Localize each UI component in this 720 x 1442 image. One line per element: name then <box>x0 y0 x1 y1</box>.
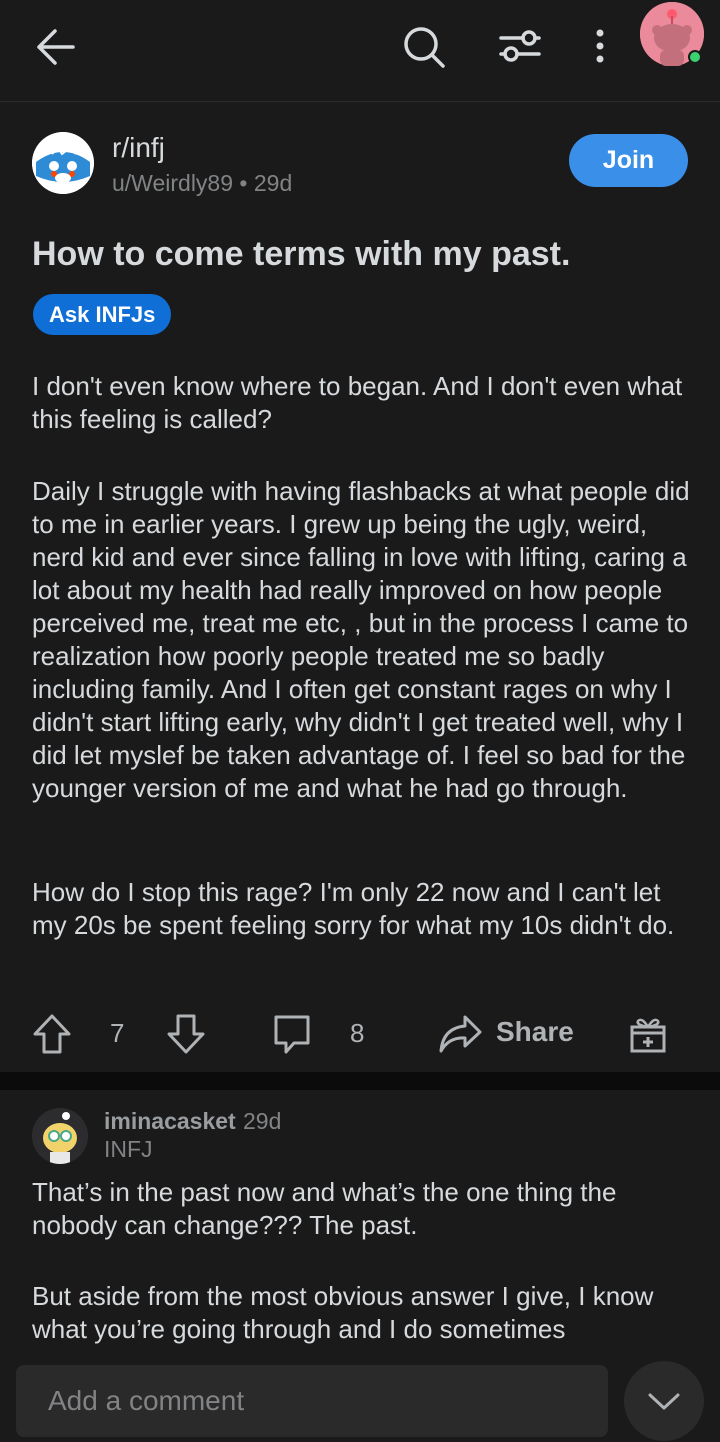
upvote-icon[interactable] <box>30 1012 74 1056</box>
top-app-bar <box>0 0 720 102</box>
search-icon[interactable] <box>398 22 450 72</box>
commenter-avatar[interactable] <box>32 1108 88 1164</box>
post-author[interactable]: u/Weirdly89 <box>112 170 233 196</box>
online-status-icon <box>688 50 702 64</box>
post-age: 29d <box>253 170 293 196</box>
add-comment-input[interactable] <box>16 1365 608 1437</box>
comment-age: 29d <box>243 1108 282 1134</box>
user-avatar[interactable] <box>640 2 704 66</box>
vote-count: 7 <box>110 1018 125 1048</box>
commenter-username[interactable]: iminacasket <box>104 1108 236 1135</box>
post-flair[interactable]: Ask INFJs <box>33 294 172 335</box>
award-icon[interactable] <box>626 1012 670 1056</box>
commenter-flair: INFJ <box>104 1136 153 1162</box>
section-divider <box>0 1072 720 1090</box>
join-button[interactable]: Join <box>569 134 688 187</box>
subreddit-name[interactable]: r/infj <box>112 132 165 164</box>
downvote-icon[interactable] <box>164 1012 208 1056</box>
post-paragraph: How do I stop this rage? I'm only 22 now… <box>32 877 675 940</box>
more-vertical-icon[interactable] <box>584 26 616 66</box>
chevron-down-icon <box>648 1393 680 1410</box>
post-meta: u/Weirdly89 • 29d <box>112 170 292 197</box>
collapse-button[interactable] <box>624 1361 704 1441</box>
post-paragraph: I don't even know where to began. And I … <box>32 371 683 434</box>
back-arrow-icon[interactable] <box>30 24 80 70</box>
comment-item: iminacasket 29d INFJ That’s in the past … <box>0 1090 720 1350</box>
comment-icon[interactable] <box>270 1012 314 1056</box>
meta-separator: • <box>239 170 248 196</box>
subreddit-avatar[interactable] <box>32 132 94 194</box>
share-icon[interactable] <box>436 1012 484 1056</box>
post-paragraph: Daily I struggle with having flashbacks … <box>32 476 690 803</box>
comment-paragraph: But aside from the most obvious answer I… <box>32 1281 654 1344</box>
bottom-comment-bar <box>0 1350 720 1442</box>
post-card: r/infj u/Weirdly89 • 29d Join How to com… <box>0 102 720 1072</box>
comment-count[interactable]: 8 <box>350 1018 364 1049</box>
comment-paragraph: That’s in the past now and what’s the on… <box>32 1177 617 1240</box>
share-button[interactable]: Share <box>496 1016 574 1048</box>
post-title: How to come terms with my past. <box>32 235 571 273</box>
sort-filter-icon[interactable] <box>496 24 544 68</box>
post-action-bar: 7 8 Share <box>0 1000 720 1070</box>
